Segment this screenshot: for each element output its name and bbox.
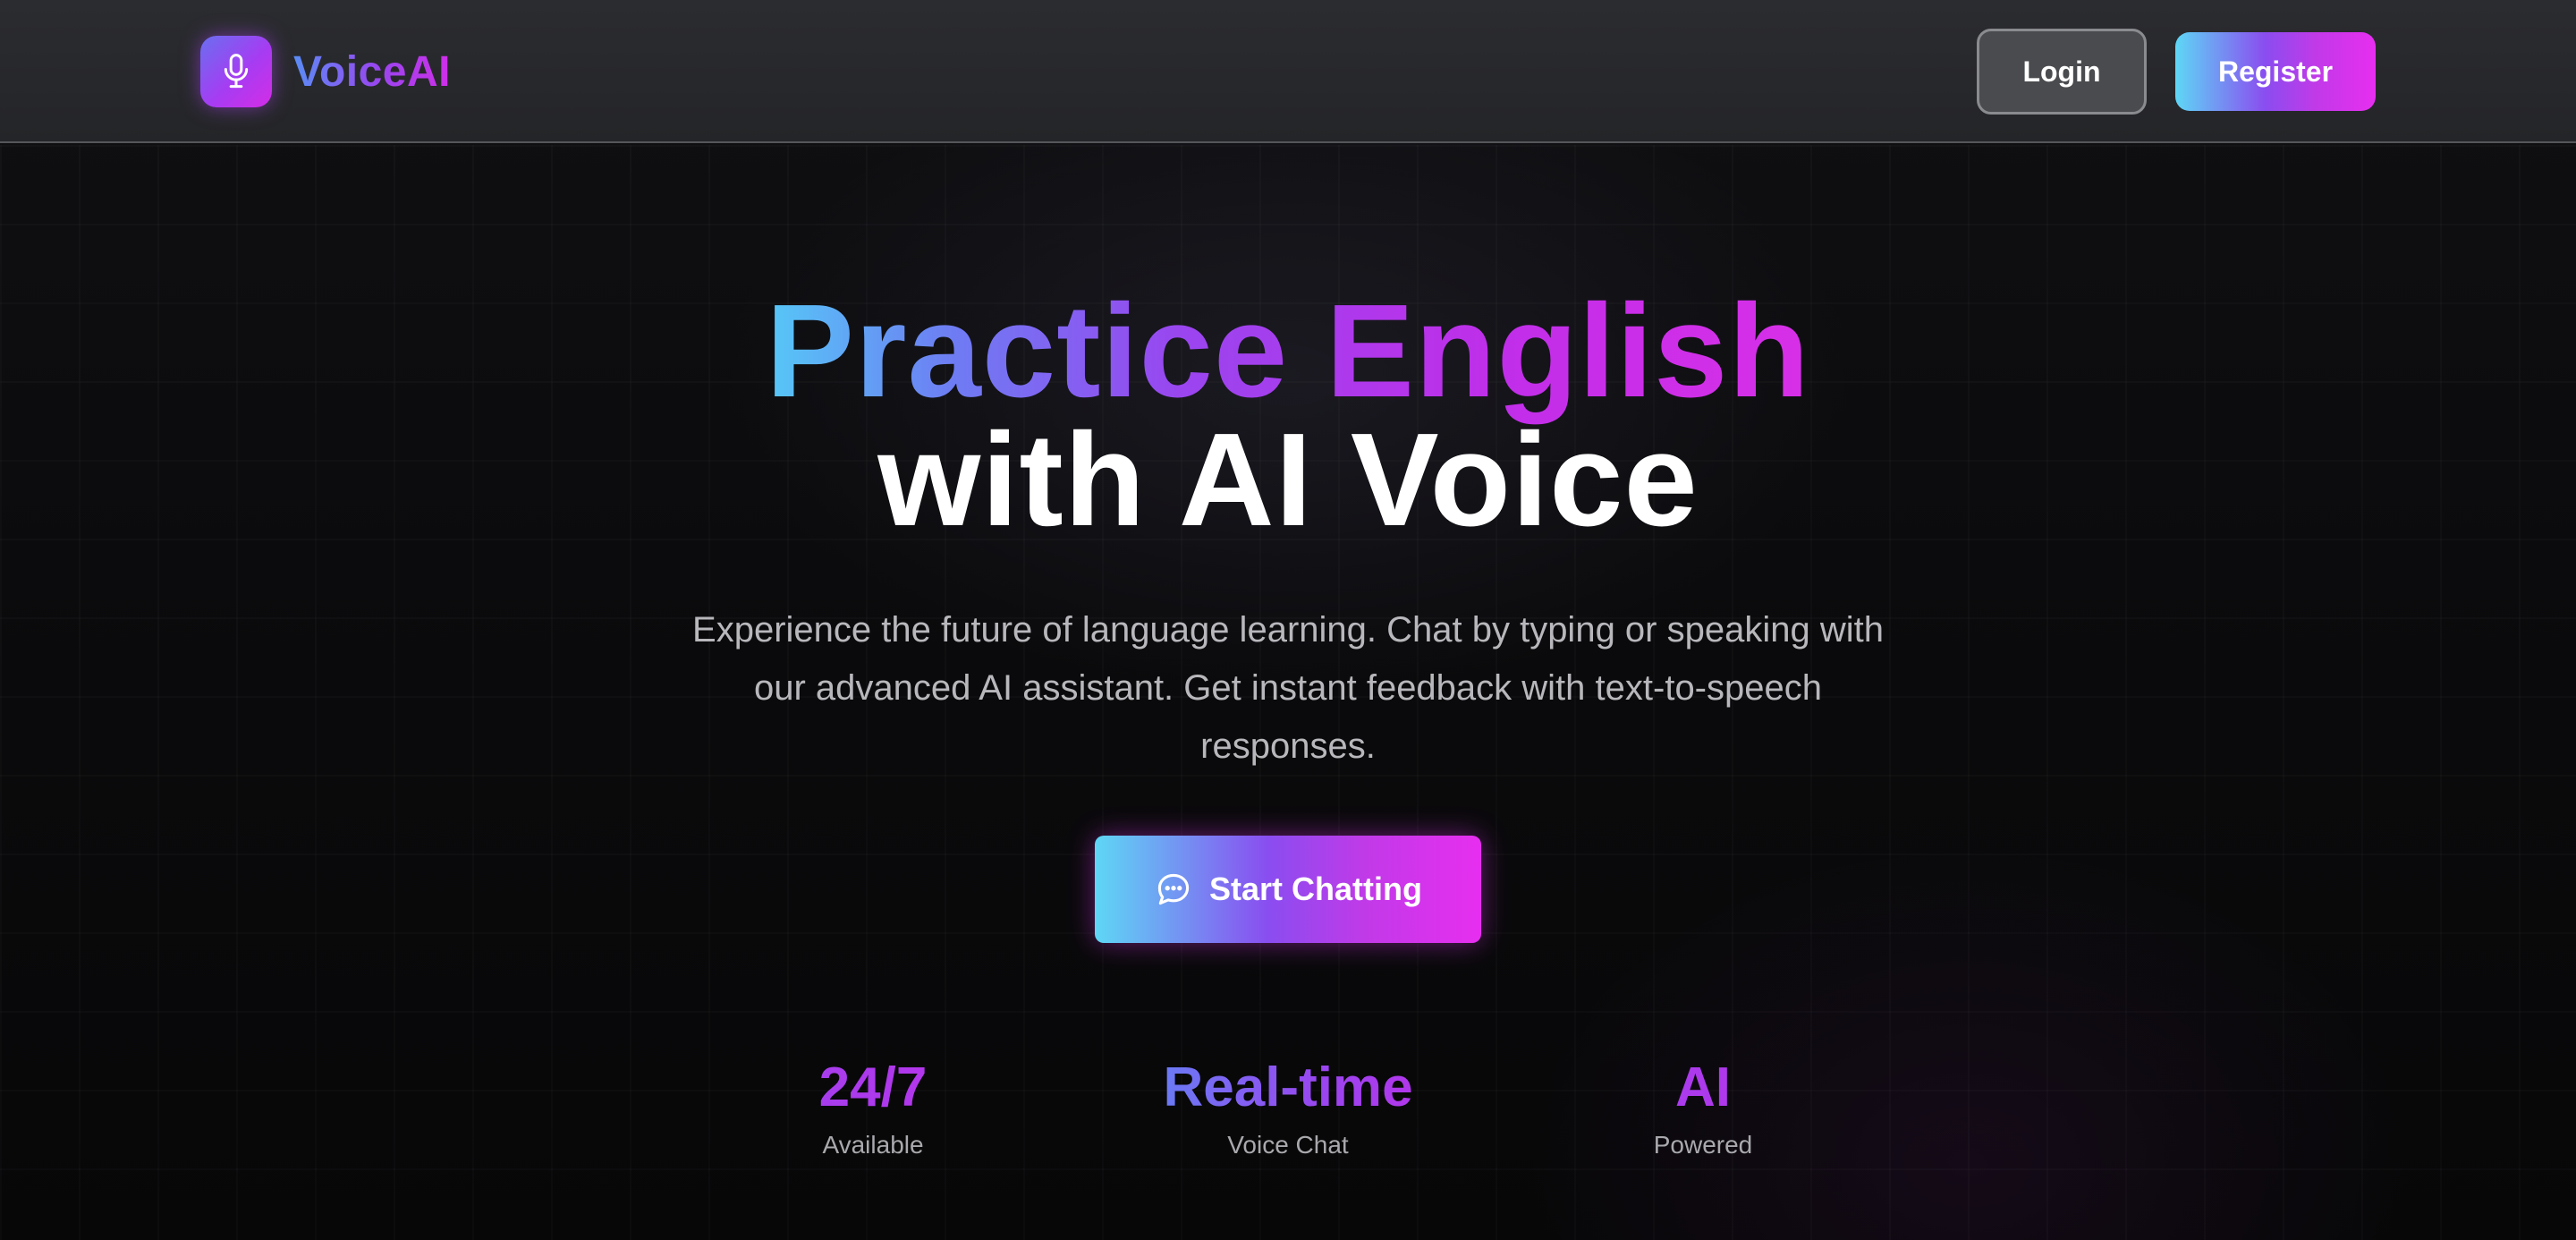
register-button[interactable]: Register: [2175, 32, 2376, 111]
hero-title-gradient-text: Practice English: [766, 277, 1810, 425]
hero-subtitle: Experience the future of language learni…: [692, 610, 1884, 766]
landing-page: VoiceAI Login Register Practice English …: [0, 0, 2576, 1240]
start-chatting-label: Start Chatting: [1209, 871, 1422, 907]
login-button[interactable]: Login: [1977, 29, 2147, 115]
logo-badge: [200, 36, 272, 107]
brand-name: VoiceAI: [293, 47, 451, 96]
chat-bubble-icon: [1157, 873, 1190, 905]
stat-value: 24/7: [694, 1056, 1052, 1120]
stat-availability: 24/7 Available: [694, 1056, 1052, 1159]
stat-realtime: Real-time Voice Chat: [1109, 1056, 1467, 1159]
stat-label: Voice Chat: [1227, 1131, 1349, 1159]
stat-value: Real-time: [1109, 1056, 1467, 1120]
top-navbar: VoiceAI Login Register: [0, 0, 2576, 143]
stat-value: AI: [1524, 1056, 1882, 1120]
stat-ai-powered: AI Powered: [1524, 1056, 1882, 1159]
stat-label: Powered: [1653, 1131, 1753, 1159]
brand-link[interactable]: VoiceAI: [200, 36, 451, 107]
microphone-icon: [224, 54, 249, 89]
hero-title-line-2: with AI Voice: [877, 406, 1699, 554]
start-chatting-button[interactable]: Start Chatting: [1095, 836, 1481, 943]
stat-label: Available: [822, 1131, 924, 1159]
hero-title-line-1: Practice English: [0, 285, 2576, 419]
